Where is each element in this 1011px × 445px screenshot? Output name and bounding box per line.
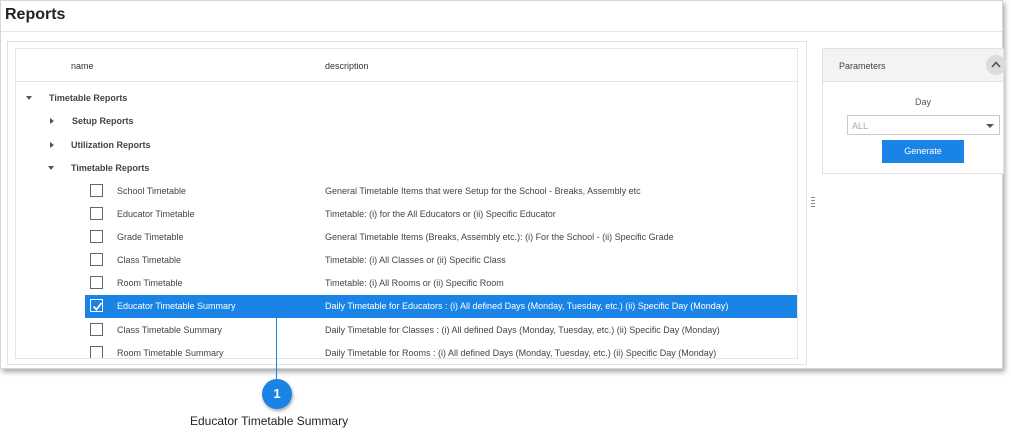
group-label: Timetable Reports	[49, 93, 128, 103]
report-description: Daily Timetable for Classes : (i) All de…	[325, 325, 720, 335]
parameters-title: Parameters	[839, 61, 886, 71]
report-description: Timetable: (i) for the All Educators or …	[325, 209, 556, 219]
report-name: Educator Timetable Summary	[117, 301, 236, 311]
report-tree-table: name description Timetable Reports Setup…	[15, 48, 798, 359]
tree-group-utilization-reports[interactable]: Utilization Reports	[16, 134, 797, 157]
collapse-button[interactable]	[986, 55, 1006, 75]
report-list-panel: name description Timetable Reports Setup…	[7, 41, 807, 365]
report-description: Timetable: (i) All Rooms or (ii) Specifi…	[325, 278, 504, 288]
column-header-name[interactable]: name	[71, 61, 94, 71]
title-divider	[1, 31, 1002, 32]
checkmark-icon	[92, 302, 103, 311]
parameters-panel: Parameters Day ALL Generate	[822, 48, 1006, 174]
splitter-grip-icon[interactable]	[811, 197, 815, 209]
chevron-up-icon	[991, 61, 1001, 68]
tree-group-setup-reports[interactable]: Setup Reports	[16, 110, 797, 133]
report-row-grade-timetable[interactable]: Grade Timetable General Timetable Items …	[16, 226, 797, 249]
report-checkbox[interactable]	[90, 184, 103, 197]
group-label: Timetable Reports	[71, 163, 150, 173]
report-description: Daily Timetable for Rooms : (i) All defi…	[325, 348, 717, 358]
report-name: Class Timetable	[117, 255, 182, 265]
group-label: Utilization Reports	[71, 140, 151, 150]
report-name: School Timetable	[117, 186, 187, 196]
callout-caption: Educator Timetable Summary	[190, 414, 349, 428]
report-checkbox-checked[interactable]	[90, 299, 103, 312]
table-header: name description	[16, 49, 797, 82]
report-row-room-timetable-summary[interactable]: Room Timetable Summary Daily Timetable f…	[16, 342, 797, 358]
report-row-class-timetable-summary[interactable]: Class Timetable Summary Daily Timetable …	[16, 319, 797, 342]
report-row-class-timetable[interactable]: Class Timetable Timetable: (i) All Class…	[16, 249, 797, 272]
report-row-educator-timetable[interactable]: Educator Timetable Timetable: (i) for th…	[16, 203, 797, 226]
chevron-down-icon	[986, 124, 994, 128]
expand-arrow-icon[interactable]	[48, 166, 54, 170]
report-name: Grade Timetable	[117, 232, 184, 242]
report-row-educator-timetable-summary[interactable]: Educator Timetable Summary Daily Timetab…	[16, 295, 797, 318]
expand-arrow-icon[interactable]	[26, 96, 32, 100]
report-description: General Timetable Items (Breaks, Assembl…	[325, 232, 674, 242]
parameters-header: Parameters	[823, 49, 1006, 82]
tree-group-timetable-reports[interactable]: Timetable Reports	[16, 157, 797, 180]
day-select-value: ALL	[852, 121, 869, 131]
callout-line	[276, 310, 277, 382]
report-checkbox[interactable]	[90, 253, 103, 266]
report-name: Class Timetable Summary	[117, 325, 223, 335]
report-name: Educator Timetable	[117, 209, 195, 219]
report-description: Timetable: (i) All Classes or (ii) Speci…	[325, 255, 506, 265]
report-description: Daily Timetable for Educators : (i) All …	[325, 301, 729, 311]
page-title: Reports	[5, 6, 66, 23]
report-checkbox[interactable]	[90, 207, 103, 220]
collapse-arrow-icon[interactable]	[50, 142, 54, 148]
day-label: Day	[915, 97, 932, 107]
report-name: Room Timetable	[117, 278, 183, 288]
report-checkbox[interactable]	[90, 346, 103, 358]
report-checkbox[interactable]	[90, 230, 103, 243]
generate-button[interactable]: Generate	[882, 140, 964, 163]
report-description: General Timetable Items that were Setup …	[325, 186, 641, 196]
day-select[interactable]: ALL	[847, 115, 1000, 135]
report-checkbox[interactable]	[90, 323, 103, 336]
callout-badge: 1	[262, 379, 292, 409]
report-row-room-timetable[interactable]: Room Timetable Timetable: (i) All Rooms …	[16, 272, 797, 295]
collapse-arrow-icon[interactable]	[50, 118, 54, 124]
column-header-description[interactable]: description	[325, 61, 369, 71]
report-row-school-timetable[interactable]: School Timetable General Timetable Items…	[16, 180, 797, 203]
report-checkbox[interactable]	[90, 276, 103, 289]
report-name: Room Timetable Summary	[117, 348, 224, 358]
reports-window: Reports name description Timetable Repor…	[0, 0, 1006, 369]
tree-group-timetable-reports-root[interactable]: Timetable Reports	[16, 87, 797, 110]
group-label: Setup Reports	[72, 116, 134, 126]
